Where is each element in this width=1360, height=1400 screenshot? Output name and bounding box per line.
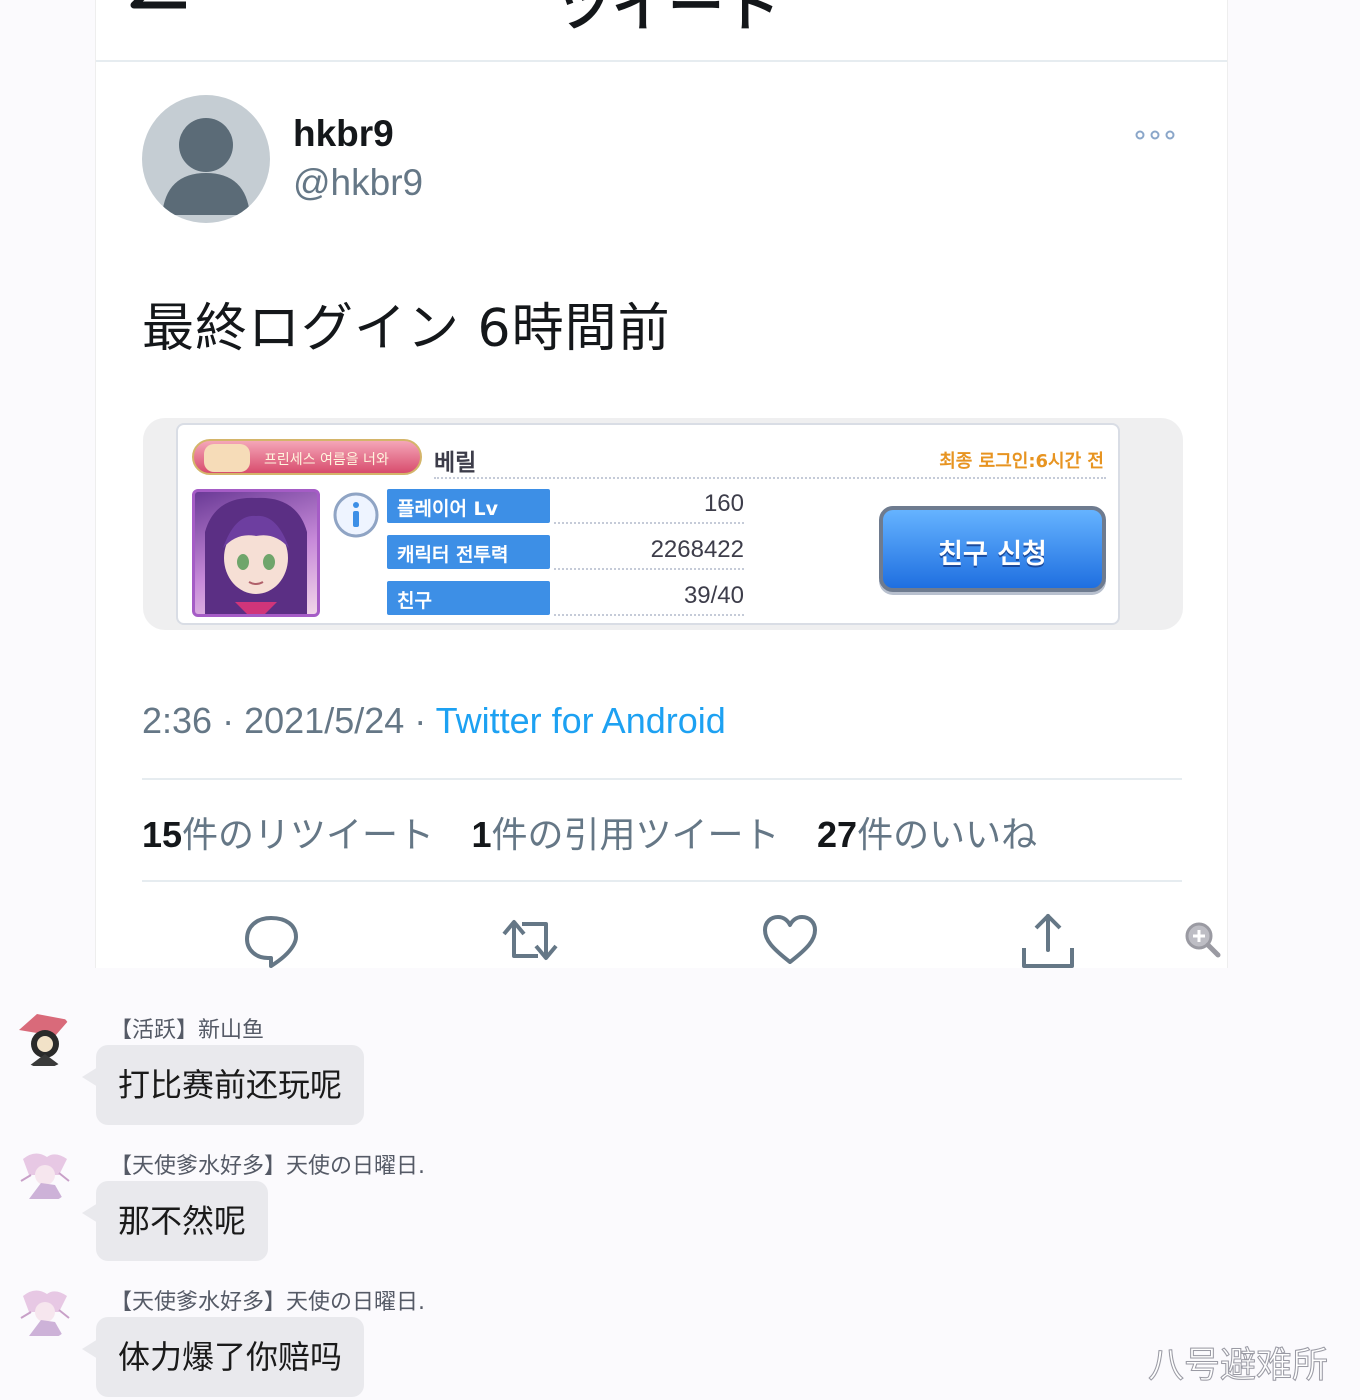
back-arrow-icon[interactable]	[126, 0, 186, 20]
like-count-label: 件のいいね	[857, 815, 1038, 856]
avatar-image	[15, 1010, 73, 1068]
tweet-source-link[interactable]: Twitter for Android	[436, 700, 726, 741]
retweet-count[interactable]: 15件のリツイート	[142, 814, 435, 856]
more-options-icon[interactable]	[1134, 125, 1179, 145]
page-title: ツイート	[556, 0, 780, 40]
reply-icon[interactable]	[241, 910, 301, 970]
chat-message-bubble[interactable]: 体力爆了你赔吗	[81, 1317, 365, 1397]
chat-avatar[interactable]	[15, 1010, 73, 1068]
profile-panel: 프린세스 여름을 너와 베릴 최종 로그인:6시간 전 플레이어 Lv 160 …	[176, 423, 1120, 625]
attached-game-screenshot[interactable]: 프린세스 여름을 너와 베릴 최종 로그인:6시간 전 플레이어 Lv 160 …	[143, 418, 1183, 630]
quote-count-number: 1	[471, 814, 492, 855]
user-handle[interactable]: @hkbr9	[293, 162, 423, 204]
stat-value-player-level: 160	[703, 490, 744, 517]
like-count[interactable]: 27件のいいね	[817, 814, 1038, 856]
tweet-date: 2021/5/24	[244, 700, 405, 741]
divider	[554, 522, 744, 524]
screenshot: ツイート hkbr9 @hkbr9 最終ログイン 6時間前 프린세스 여름을 너…	[0, 0, 1360, 1400]
watermark-text: 八号避难所	[1147, 1345, 1329, 1387]
stat-label-friends: 친구	[387, 581, 550, 615]
chat-message-bubble[interactable]: 打比赛前还玩呢	[81, 1045, 365, 1125]
chat-avatar[interactable]	[15, 1282, 73, 1340]
player-name: 베릴	[434, 450, 477, 476]
tweet-time: 2:36	[142, 700, 213, 741]
divider	[142, 880, 1182, 882]
banner-character-image	[204, 444, 250, 472]
meta-separator: ·	[414, 700, 427, 741]
banner-text: 프린세스 여름을 너와	[264, 452, 389, 468]
zoom-in-icon[interactable]	[1184, 921, 1222, 959]
divider	[142, 778, 1182, 780]
avatar-image	[15, 1145, 73, 1203]
like-count-number: 27	[817, 814, 858, 855]
retweet-count-number: 15	[142, 814, 183, 855]
avatar-image	[15, 1282, 73, 1340]
like-icon[interactable]	[760, 910, 820, 970]
meta-separator: ·	[222, 700, 235, 741]
tweet-text: 最終ログイン 6時間前	[142, 299, 671, 359]
retweet-count-label: 件のリツイート	[182, 815, 435, 856]
display-name[interactable]: hkbr9	[293, 113, 394, 155]
quote-count[interactable]: 1件の引用ツイート	[471, 814, 780, 856]
retweet-icon[interactable]	[500, 910, 560, 970]
quote-count-label: 件の引用ツイート	[491, 815, 780, 856]
divider	[554, 614, 744, 616]
user-avatar[interactable]	[142, 95, 270, 223]
chat-sender-name: 【活跃】新山鱼	[110, 1018, 265, 1043]
stat-value-combat-power: 2268422	[650, 536, 744, 563]
tweet-card: ツイート hkbr9 @hkbr9 最終ログイン 6時間前 프린세스 여름을 너…	[95, 0, 1228, 968]
stat-value-friends: 39/40	[683, 582, 744, 609]
share-icon[interactable]	[1018, 910, 1078, 970]
info-icon[interactable]	[332, 491, 380, 539]
default-avatar-icon	[162, 118, 250, 215]
title-banner: 프린세스 여름을 너와	[192, 439, 422, 475]
divider	[554, 568, 744, 570]
stat-label-combat-power: 캐릭터 전투력	[387, 535, 550, 569]
tweet-meta: 2:36 · 2021/5/24 · Twitter for Android	[142, 700, 726, 742]
stat-label-player-level: 플레이어 Lv	[387, 489, 550, 523]
last-login-text: 최종 로그인:6시간 전	[939, 451, 1104, 472]
engagement-stats: 15件のリツイート 1件の引用ツイート 27件のいいね	[142, 806, 1063, 858]
divider	[434, 477, 1106, 479]
character-face-image	[205, 497, 307, 614]
chat-sender-name: 【天使爹水好多】天使の日曜日.	[110, 1290, 425, 1315]
friend-request-button[interactable]: 친구 신청	[879, 506, 1106, 592]
friend-request-label: 친구 신청	[938, 539, 1047, 570]
top-bar: ツイート	[96, 0, 1227, 62]
chat-sender-name: 【天使爹水好多】天使の日曜日.	[110, 1154, 425, 1179]
character-portrait	[192, 489, 320, 617]
chat-avatar[interactable]	[15, 1145, 73, 1203]
chat-message-bubble[interactable]: 那不然呢	[81, 1181, 269, 1261]
